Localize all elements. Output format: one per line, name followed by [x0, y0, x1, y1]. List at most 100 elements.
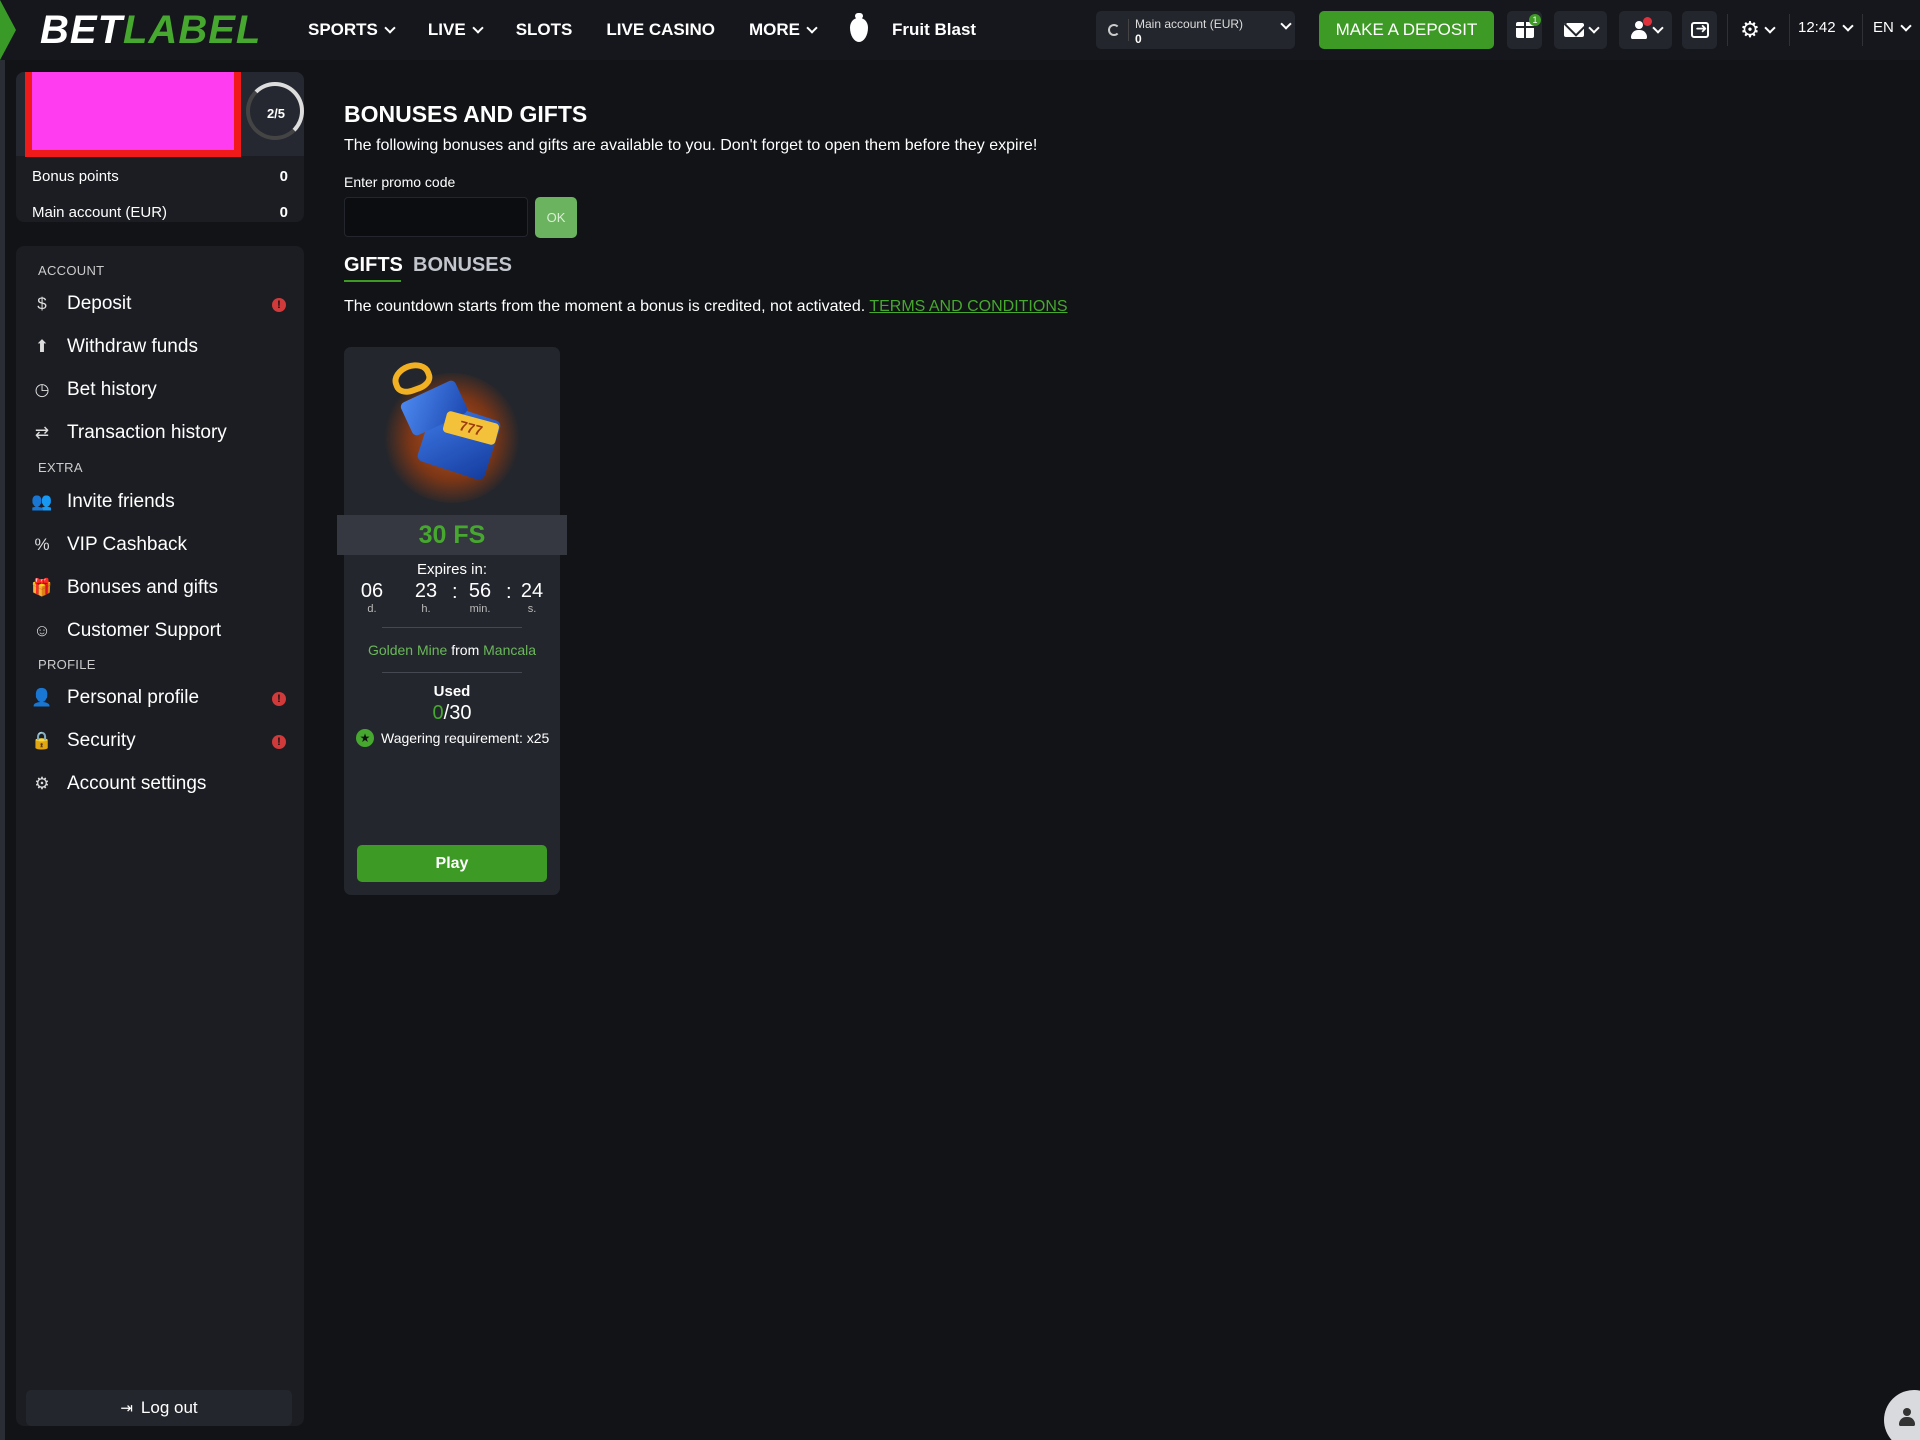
chevron-down-icon	[1587, 22, 1600, 34]
wagering-requirement: ★ Wagering requirement: x25	[356, 729, 549, 747]
sidebar-item-withdraw[interactable]: ⬆ Withdraw funds	[32, 330, 288, 364]
chevron-down-icon	[384, 22, 396, 34]
messages-button[interactable]	[1554, 11, 1607, 49]
sidebar-item-label: Bonuses and gifts	[67, 577, 219, 598]
gift-game-info: Golden Mine from Mancala	[344, 642, 560, 658]
level-progress-text: 2/5	[266, 106, 286, 121]
nav-more[interactable]: MORE	[749, 20, 818, 40]
tab-gifts[interactable]: GIFTS	[344, 254, 403, 277]
bonus-points-row: Bonus points 0	[32, 168, 288, 185]
notification-dot	[1643, 17, 1652, 26]
wagering-text: Wagering requirement: x25	[381, 730, 550, 746]
account-sidebar-menu: ACCOUNT $ Deposit ! ⬆ Withdraw funds ◷ B…	[16, 246, 304, 1426]
clock-time: 12:42	[1798, 19, 1836, 36]
chevron-down-icon	[472, 22, 484, 34]
refresh-icon[interactable]	[1108, 24, 1120, 36]
chevron-down-icon	[1764, 22, 1776, 34]
user-menu-button[interactable]	[1619, 11, 1672, 49]
account-balance-selector[interactable]: Main account (EUR) 0	[1096, 11, 1295, 49]
support-chat-button[interactable]	[1884, 1390, 1920, 1440]
nav-slots[interactable]: SLOTS	[516, 20, 573, 40]
chevron-down-icon	[1841, 19, 1854, 32]
account-balance: 0	[1135, 32, 1142, 46]
section-profile: PROFILE	[38, 657, 96, 672]
envelope-icon	[1563, 23, 1584, 37]
used-total: /30	[443, 702, 472, 724]
sidebar-item-invite-friends[interactable]: 👥 Invite friends	[31, 485, 288, 519]
nav-slots-label: SLOTS	[515, 20, 573, 39]
time-selector[interactable]: 12:42	[1798, 19, 1854, 36]
terms-and-conditions-link[interactable]: TERMS AND CONDITIONS	[869, 298, 1067, 315]
expiry-countdown: 06 d. 23 h. : 56 min. : 24 s.	[352, 579, 552, 619]
chevron-down-icon	[1651, 22, 1664, 34]
used-label: Used	[433, 683, 471, 700]
brand-accent-triangle	[0, 0, 16, 60]
gift-box-illustration: 777	[372, 355, 532, 505]
top-navigation-bar: BETLABEL SPORTS LIVE SLOTS LIVE CASINO M…	[0, 0, 1920, 60]
sidebar-item-label: Security	[67, 730, 136, 751]
gear-icon: ⚙	[34, 774, 50, 793]
support-agent-icon	[1898, 1408, 1916, 1426]
sidebar-item-bet-history[interactable]: ◷ Bet history	[32, 373, 288, 407]
sidebar-item-bonuses-gifts[interactable]: 🎁 Bonuses and gifts	[31, 571, 288, 605]
logout-button[interactable]: ⇥ Log out	[26, 1390, 292, 1426]
transfer-arrows-icon: ⇄	[34, 423, 50, 442]
main-account-label: Main account (EUR)	[32, 204, 168, 221]
left-edge-stripe	[0, 0, 5, 1440]
timer-days-label: d.	[367, 603, 377, 615]
logout-header-button[interactable]	[1682, 11, 1717, 49]
sidebar-item-customer-support[interactable]: ☺ Customer Support	[32, 614, 288, 648]
play-button[interactable]: Play	[357, 845, 547, 882]
from-text: from	[451, 642, 480, 658]
redacted-username	[25, 72, 241, 157]
timer-minutes-label: min.	[469, 603, 491, 615]
sidebar-item-security[interactable]: 🔒 Security !	[31, 724, 288, 758]
nav-more-label: MORE	[749, 20, 800, 39]
divider	[1789, 14, 1790, 46]
alert-icon: !	[272, 298, 286, 312]
tab-bonuses[interactable]: BONUSES	[413, 254, 512, 277]
betlabel-logo[interactable]: BETLABEL	[40, 8, 261, 52]
expires-label: Expires in:	[416, 561, 488, 578]
provider-name-link[interactable]: Mancala	[483, 642, 536, 658]
gifts-button[interactable]: 1	[1507, 11, 1542, 49]
alert-icon: !	[272, 692, 286, 706]
bonus-points-value: 0	[279, 168, 288, 185]
nav-live[interactable]: LIVE	[428, 20, 484, 40]
timer-minutes: 56 min.	[460, 579, 500, 615]
nav-featured-game[interactable]: Fruit Blast	[850, 13, 976, 42]
promo-code-input[interactable]	[344, 197, 528, 237]
language-selector[interactable]: EN	[1873, 19, 1912, 36]
countdown-note: The countdown starts from the moment a b…	[344, 298, 1068, 316]
divider	[1128, 19, 1129, 41]
exit-icon	[1690, 20, 1709, 38]
timer-days: 06 d.	[352, 579, 392, 615]
divider	[1862, 14, 1863, 46]
main-nav: SPORTS LIVE SLOTS LIVE CASINO MORE Fruit…	[308, 0, 1010, 60]
nav-sports[interactable]: SPORTS	[308, 20, 396, 40]
sidebar-item-account-settings[interactable]: ⚙ Account settings	[32, 767, 288, 801]
user-icon: 👤	[31, 688, 53, 707]
sidebar-item-deposit[interactable]: $ Deposit !	[32, 287, 288, 321]
nav-live-casino[interactable]: LIVE CASINO	[606, 20, 715, 40]
lock-icon: 🔒	[31, 731, 53, 750]
settings-button[interactable]: ⚙	[1734, 11, 1780, 49]
percent-badge-icon: %	[34, 535, 50, 554]
clock-icon: ◷	[34, 380, 50, 399]
timer-seconds-label: s.	[527, 603, 537, 615]
dollar-icon: $	[37, 294, 47, 313]
gear-icon: ⚙	[1740, 17, 1760, 42]
divider	[382, 627, 522, 628]
sidebar-item-label: VIP Cashback	[67, 534, 188, 555]
sidebar-item-label: Customer Support	[67, 620, 222, 641]
sidebar-item-personal-profile[interactable]: 👤 Personal profile !	[31, 681, 288, 715]
sidebar-item-transaction-history[interactable]: ⇄ Transaction history	[32, 416, 288, 450]
timer-separator: :	[506, 581, 512, 603]
timer-hours-value: 23	[414, 580, 438, 602]
star-badge-icon: ★	[356, 729, 374, 747]
promo-ok-button[interactable]: OK	[535, 197, 577, 238]
make-deposit-button[interactable]: MAKE A DEPOSIT	[1319, 11, 1494, 49]
game-name-link[interactable]: Golden Mine	[368, 642, 447, 658]
section-extra: EXTRA	[38, 460, 83, 475]
sidebar-item-vip-cashback[interactable]: % VIP Cashback	[32, 528, 288, 562]
